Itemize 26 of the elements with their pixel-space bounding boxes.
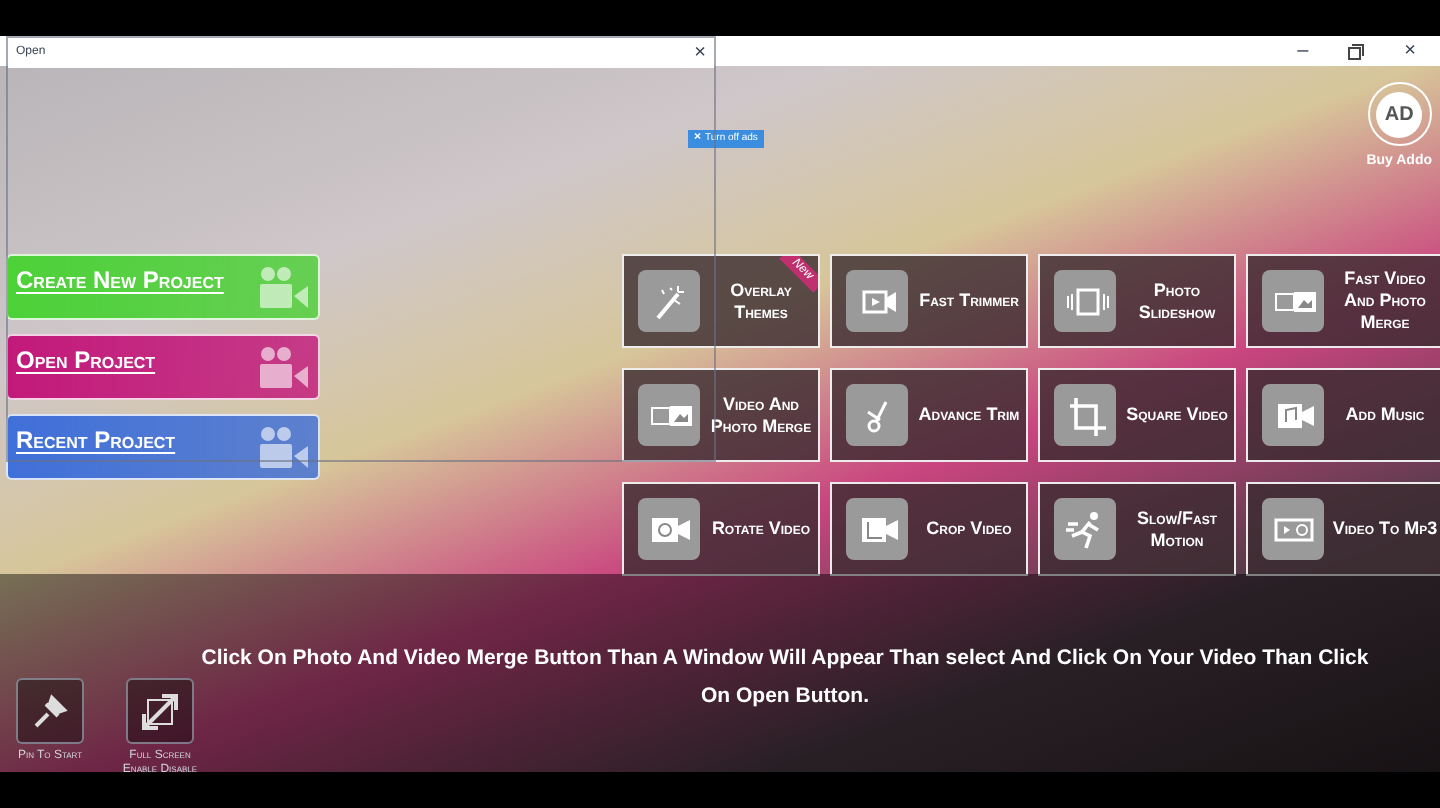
- tool-tile[interactable]: Fast Video And Photo Merge: [1246, 254, 1440, 348]
- caption-text: Click On Photo And Video Merge Button Than A Window Will Appear Than select And Click On Your Video Than Click On Open Button.: [199, 644, 1371, 712]
- tool-tile[interactable]: Photo Slideshow: [1038, 254, 1236, 348]
- tool-tile[interactable]: Video To Mp3: [1246, 482, 1440, 576]
- video-camera-icon: [258, 266, 310, 310]
- close-button[interactable]: ×: [1404, 41, 1416, 61]
- tool-tile[interactable]: Crop Video: [830, 482, 1028, 576]
- video-camera-icon: [258, 346, 310, 390]
- minimize-button[interactable]: –: [1297, 41, 1309, 61]
- no-ads-badge[interactable]: AD: [1367, 82, 1432, 146]
- tool-tile[interactable]: Rotate Video: [622, 482, 820, 576]
- pin-icon: [30, 691, 70, 731]
- tool-tile[interactable]: Advance Trim: [830, 368, 1028, 462]
- video-camera-icon: [258, 426, 310, 470]
- fullscreen-icon: [138, 689, 182, 733]
- pin-button[interactable]: [16, 678, 84, 744]
- restore-icon[interactable]: [1348, 43, 1365, 59]
- tool-tile[interactable]: Square Video: [1038, 368, 1236, 462]
- tool-tile[interactable]: Video And Photo Merge: [622, 368, 820, 462]
- fullscreen-button[interactable]: [126, 678, 194, 744]
- project-button[interactable]: Open Project: [6, 334, 320, 400]
- tool-tile[interactable]: Add Music: [1246, 368, 1440, 462]
- tool-tile[interactable]: Slow/Fast Motion: [1038, 482, 1236, 576]
- tool-tile[interactable]: Fast Trimmer: [830, 254, 1028, 348]
- project-button[interactable]: Recent Project: [6, 414, 320, 480]
- close-button[interactable]: ×: [694, 43, 706, 63]
